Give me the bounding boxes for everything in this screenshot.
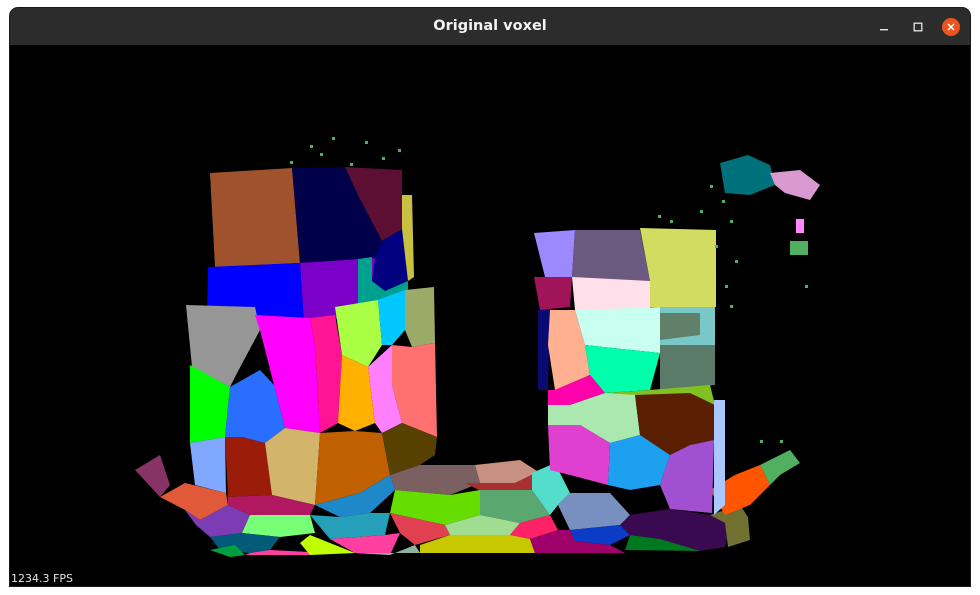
voxel-segment	[572, 230, 650, 281]
title-bar[interactable]: Original voxel	[10, 8, 970, 45]
voxel-segment	[310, 513, 390, 539]
maximize-button[interactable]	[906, 15, 930, 39]
voxel-segment	[405, 287, 435, 347]
voxel-segment	[534, 230, 575, 277]
voxel-segment	[572, 277, 650, 310]
voxel-segment	[720, 155, 775, 195]
voxel-segment	[534, 277, 572, 310]
3d-viewport[interactable]: 1234.3 FPS	[10, 45, 970, 586]
window-title: Original voxel	[433, 18, 547, 34]
minimize-button[interactable]	[872, 15, 896, 39]
minimize-icon	[880, 29, 888, 31]
voxel-segment	[714, 400, 725, 515]
voxel-segment	[796, 219, 804, 233]
maximize-icon	[913, 22, 923, 32]
close-icon	[942, 18, 960, 36]
fps-counter: 1234.3 FPS	[11, 572, 73, 585]
voxel-segment	[265, 428, 320, 505]
voxel-segment	[210, 168, 300, 267]
voxel-point-cloud	[135, 137, 820, 557]
voxel-segment	[660, 345, 715, 390]
voxel-segment	[770, 170, 820, 200]
app-window: Original voxel 1234.3 FPS	[10, 8, 970, 586]
voxel-segment	[640, 228, 716, 307]
voxel-segment	[538, 310, 550, 390]
close-button[interactable]	[939, 15, 963, 39]
voxel-segment	[225, 437, 272, 497]
voxel-segment	[790, 241, 808, 255]
voxel-segment	[558, 493, 630, 530]
voxel-segment	[190, 437, 226, 493]
voxel-segment	[135, 455, 170, 497]
voxel-segment	[242, 515, 315, 537]
